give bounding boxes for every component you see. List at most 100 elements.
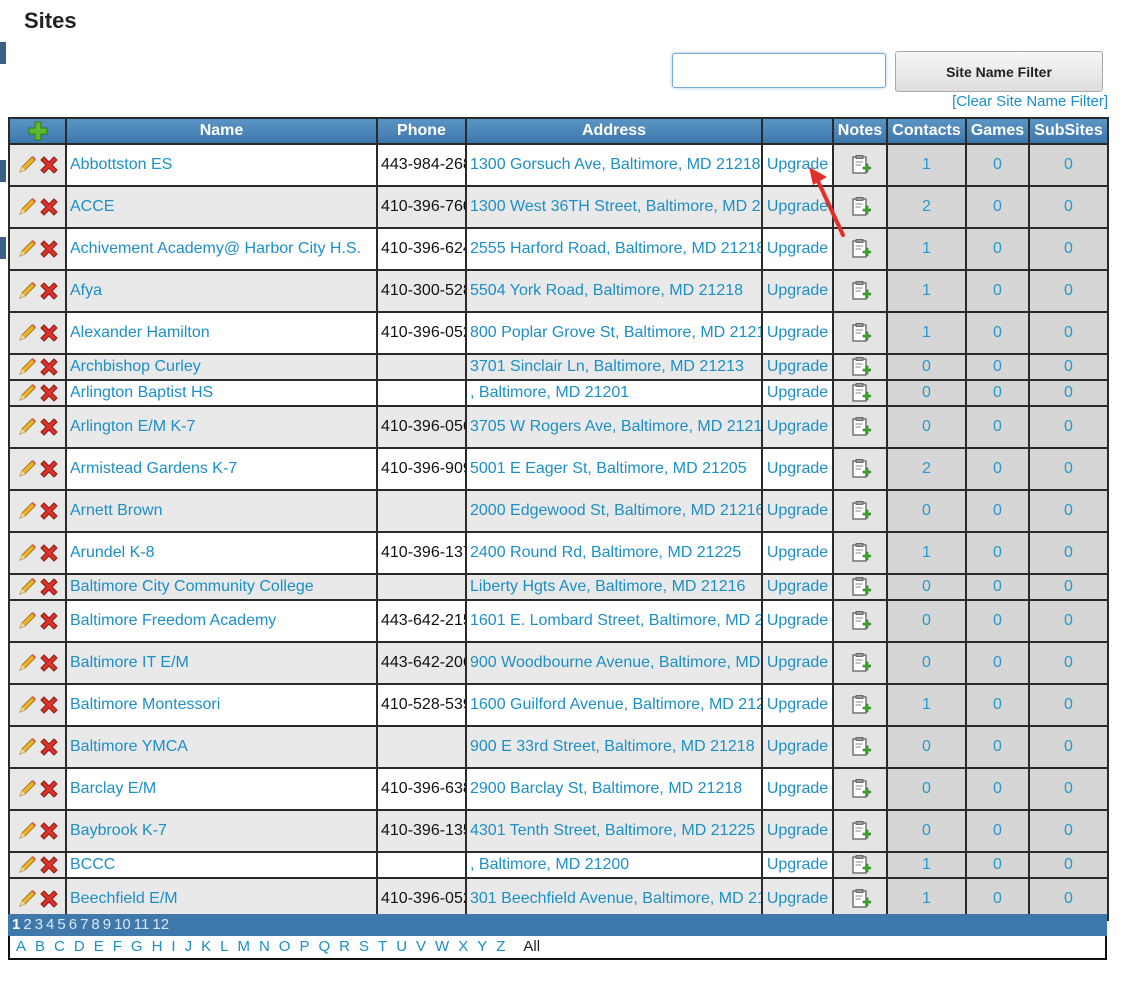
clipboard-add-icon[interactable] [849, 458, 871, 480]
notes-button[interactable] [832, 353, 888, 381]
upgrade-link[interactable]: Upgrade [761, 269, 834, 313]
upgrade-link[interactable]: Upgrade [761, 641, 834, 685]
letter-link[interactable]: X [458, 938, 468, 955]
contacts-count-link[interactable]: 0 [886, 641, 967, 685]
pencil-icon[interactable] [16, 820, 38, 842]
pencil-icon[interactable] [16, 610, 38, 632]
letter-link[interactable]: I [171, 938, 175, 955]
subsites-count-link[interactable]: 0 [1028, 851, 1109, 879]
contacts-count-link[interactable]: 1 [886, 227, 967, 271]
plus-icon[interactable] [28, 121, 48, 141]
games-count-link[interactable]: 0 [965, 353, 1030, 381]
site-address-link[interactable]: 1300 West 36TH Street, Baltimore, MD 212… [465, 185, 763, 229]
games-count-link[interactable]: 0 [965, 599, 1030, 643]
subsites-count-link[interactable]: 0 [1028, 725, 1109, 769]
clear-site-name-filter-link[interactable]: [Clear Site Name Filter] [934, 93, 1108, 110]
delete-x-icon[interactable] [38, 610, 60, 632]
letter-link[interactable]: S [359, 938, 369, 955]
contacts-count-link[interactable]: 1 [886, 269, 967, 313]
delete-x-icon[interactable] [38, 382, 60, 404]
page-link[interactable]: 12 [152, 916, 169, 933]
clipboard-add-icon[interactable] [849, 778, 871, 800]
contacts-count-link[interactable]: 0 [886, 489, 967, 533]
letter-link[interactable]: L [220, 938, 228, 955]
letter-link[interactable]: W [435, 938, 449, 955]
contacts-count-link[interactable]: 0 [886, 809, 967, 853]
letter-link[interactable]: C [54, 938, 65, 955]
site-address-link[interactable]: 2400 Round Rd, Baltimore, MD 21225 [465, 531, 763, 575]
subsites-count-link[interactable]: 0 [1028, 447, 1109, 491]
column-header-name[interactable]: Name [65, 117, 378, 145]
contacts-count-link[interactable]: 0 [886, 725, 967, 769]
games-count-link[interactable]: 0 [965, 641, 1030, 685]
clipboard-add-icon[interactable] [849, 888, 871, 910]
games-count-link[interactable]: 0 [965, 809, 1030, 853]
notes-button[interactable] [832, 599, 888, 643]
upgrade-link[interactable]: Upgrade [761, 599, 834, 643]
site-name-link[interactable]: Abbottston ES [65, 143, 378, 187]
pencil-icon[interactable] [16, 542, 38, 564]
clipboard-add-icon[interactable] [849, 542, 871, 564]
upgrade-link[interactable]: Upgrade [761, 353, 834, 381]
site-name-link[interactable]: Arlington E/M K-7 [65, 405, 378, 449]
delete-x-icon[interactable] [38, 854, 60, 876]
upgrade-link[interactable]: Upgrade [761, 311, 834, 355]
clipboard-add-icon[interactable] [849, 382, 871, 404]
letter-link-all[interactable]: All [523, 938, 540, 955]
clipboard-add-icon[interactable] [849, 820, 871, 842]
column-header-games[interactable]: Games [965, 117, 1030, 145]
pencil-icon[interactable] [16, 280, 38, 302]
subsites-count-link[interactable]: 0 [1028, 143, 1109, 187]
page-link[interactable]: 2 [23, 916, 31, 933]
subsites-count-link[interactable]: 0 [1028, 269, 1109, 313]
site-address-link[interactable]: Liberty Hgts Ave, Baltimore, MD 21216 [465, 573, 763, 601]
delete-x-icon[interactable] [38, 322, 60, 344]
site-address-link[interactable]: , Baltimore, MD 21201 [465, 379, 763, 407]
site-address-link[interactable]: 2000 Edgewood St, Baltimore, MD 21216 [465, 489, 763, 533]
site-name-filter-input[interactable] [672, 53, 886, 88]
site-name-link[interactable]: ACCE [65, 185, 378, 229]
notes-button[interactable] [832, 809, 888, 853]
contacts-count-link[interactable]: 1 [886, 143, 967, 187]
games-count-link[interactable]: 0 [965, 767, 1030, 811]
notes-button[interactable] [832, 405, 888, 449]
delete-x-icon[interactable] [38, 196, 60, 218]
page-link[interactable]: 7 [80, 916, 88, 933]
pencil-icon[interactable] [16, 238, 38, 260]
letter-link[interactable]: O [279, 938, 291, 955]
notes-button[interactable] [832, 683, 888, 727]
upgrade-link[interactable]: Upgrade [761, 489, 834, 533]
letter-link[interactable]: H [152, 938, 163, 955]
upgrade-link[interactable]: Upgrade [761, 851, 834, 879]
subsites-count-link[interactable]: 0 [1028, 379, 1109, 407]
subsites-count-link[interactable]: 0 [1028, 531, 1109, 575]
games-count-link[interactable]: 0 [965, 185, 1030, 229]
clipboard-add-icon[interactable] [849, 652, 871, 674]
letter-link[interactable]: Y [477, 938, 487, 955]
games-count-link[interactable]: 0 [965, 143, 1030, 187]
contacts-count-link[interactable]: 2 [886, 447, 967, 491]
clipboard-add-icon[interactable] [849, 576, 871, 598]
site-name-link[interactable]: Baybrook K-7 [65, 809, 378, 853]
clipboard-add-icon[interactable] [849, 154, 871, 176]
contacts-count-link[interactable]: 0 [886, 599, 967, 643]
subsites-count-link[interactable]: 0 [1028, 809, 1109, 853]
site-address-link[interactable]: 1601 E. Lombard Street, Baltimore, MD 21… [465, 599, 763, 643]
delete-x-icon[interactable] [38, 416, 60, 438]
clipboard-add-icon[interactable] [849, 196, 871, 218]
pencil-icon[interactable] [16, 322, 38, 344]
games-count-link[interactable]: 0 [965, 489, 1030, 533]
page-link[interactable]: 9 [103, 916, 111, 933]
delete-x-icon[interactable] [38, 154, 60, 176]
games-count-link[interactable]: 0 [965, 227, 1030, 271]
delete-x-icon[interactable] [38, 356, 60, 378]
upgrade-link[interactable]: Upgrade [761, 531, 834, 575]
notes-button[interactable] [832, 725, 888, 769]
letter-link[interactable]: D [74, 938, 85, 955]
site-name-link[interactable]: Barclay E/M [65, 767, 378, 811]
letter-link[interactable]: B [35, 938, 45, 955]
pencil-icon[interactable] [16, 382, 38, 404]
notes-button[interactable] [832, 573, 888, 601]
delete-x-icon[interactable] [38, 500, 60, 522]
clipboard-add-icon[interactable] [849, 280, 871, 302]
